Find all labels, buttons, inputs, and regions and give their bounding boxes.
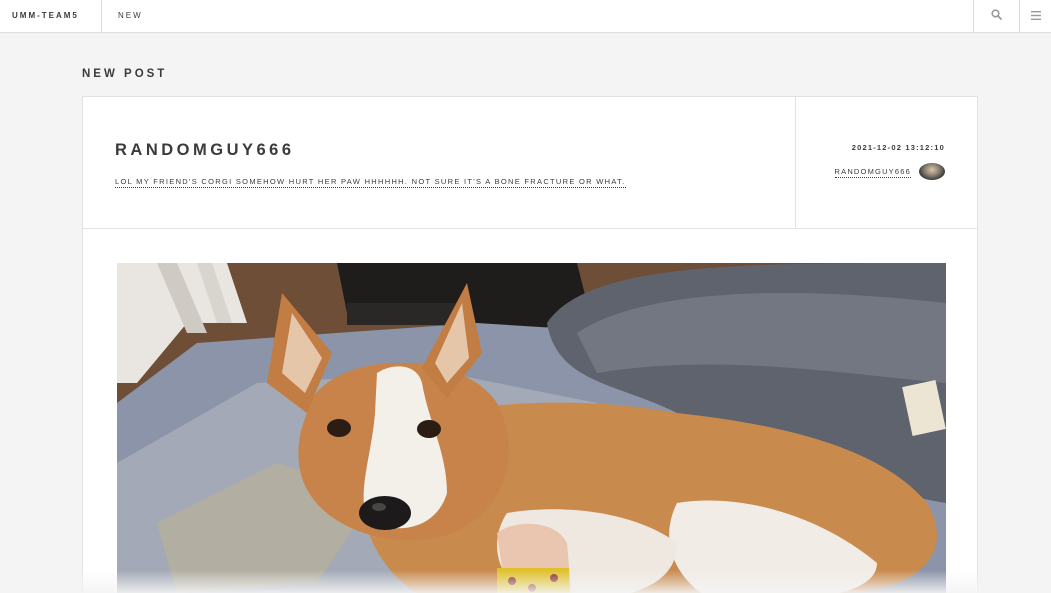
corgi-photo [117,263,946,593]
menu-icon [1030,7,1041,25]
page-title: NEW POST [82,68,168,80]
post-title[interactable]: RANDOMGUY666 [115,141,295,160]
post-card: RANDOMGUY666 LOL MY FRIEND'S CORGI SOMEH… [82,96,978,593]
avatar[interactable] [919,163,945,180]
post-caption: LOL MY FRIEND'S CORGI SOMEHOW HURT HER P… [115,177,626,188]
post-title-block: RANDOMGUY666 LOL MY FRIEND'S CORGI SOMEH… [83,97,796,229]
author-link[interactable]: RANDOMGUY666 [834,167,911,178]
search-button[interactable] [973,0,1019,32]
post-date: 2021-12-02 13:12:10 [851,143,945,152]
post-header: RANDOMGUY666 LOL MY FRIEND'S CORGI SOMEH… [83,97,977,229]
post-meta: 2021-12-02 13:12:10 RANDOMGUY666 [796,97,977,229]
top-bar: UMM-TEAM5 NEW [0,0,1051,33]
menu-button[interactable] [1019,0,1051,32]
post-image [117,263,946,593]
nav-new-link[interactable]: NEW [118,0,143,32]
search-icon [991,7,1002,25]
site-brand[interactable]: UMM-TEAM5 [0,0,102,32]
